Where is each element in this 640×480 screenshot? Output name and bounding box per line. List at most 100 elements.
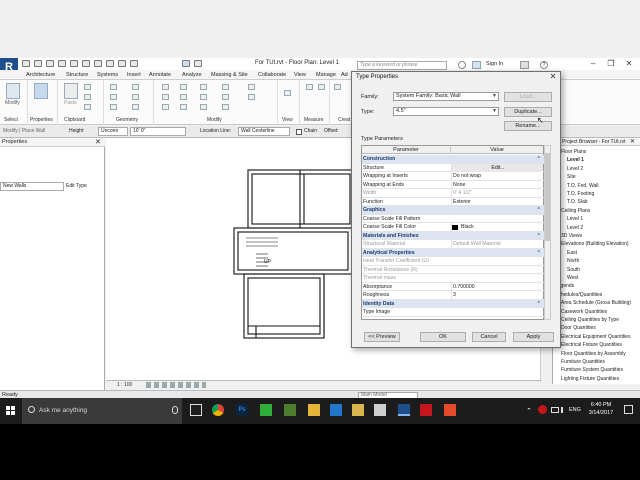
tag-icon[interactable] [94,60,102,67]
rename-button[interactable]: Rename... [504,121,552,131]
browser-item[interactable]: South [567,266,580,274]
align-icon[interactable] [162,84,169,90]
height-mode-select[interactable]: Unconn [98,127,128,136]
parameter-row[interactable]: Width 0' 4 1/2" [362,189,544,198]
taskbar-clock[interactable]: 6:40 PM 3/14/2017 [586,401,616,417]
redo-icon[interactable] [58,60,66,67]
parameter-row[interactable]: Structural Material Default Wall Material [362,240,544,249]
cope-icon[interactable] [110,84,117,90]
microphone-icon[interactable] [172,406,178,414]
save-icon[interactable] [34,60,42,67]
parameter-value[interactable]: Do not wrap [451,172,543,181]
camtasia-icon[interactable] [260,404,272,416]
tab-systems[interactable]: Systems [97,72,118,78]
search-input[interactable]: Type a keyword or phrase [357,61,447,70]
scale-icon[interactable] [222,84,229,90]
browser-item[interactable]: Site [567,173,576,181]
browser-item[interactable]: Level 2 [567,224,583,232]
tab-insert[interactable]: Insert [127,72,141,78]
browser-item[interactable]: Level 1 [567,215,583,223]
autocad-icon[interactable] [420,404,432,416]
tab-collaborate[interactable]: Collaborate [258,72,286,78]
help-icon[interactable]: ? [540,61,548,69]
browser-item[interactable]: Level 2 [567,165,583,173]
copy-icon[interactable] [84,94,91,100]
tab-analyze[interactable]: Analyze [182,72,202,78]
parameter-row[interactable]: Roughness 3 [362,291,544,300]
network-icon[interactable] [551,407,559,413]
properties-close-icon[interactable]: ✕ [95,138,101,146]
browser-item[interactable]: Floor Quantities by Assembly [561,350,626,358]
parameter-row[interactable]: Structure Edit... [362,163,544,172]
tray-expand-icon[interactable]: ⌃ [526,407,532,415]
parameter-value[interactable]: 0' 4 1/2" [451,189,543,198]
parameter-value[interactable]: Default Wall Material [451,240,543,249]
tab-manage[interactable]: Manage [316,72,336,78]
thin-lines-icon[interactable] [182,60,190,67]
parameter-row[interactable]: Absorptance 0.700000 [362,282,544,291]
parameter-value[interactable]: Black [451,223,543,232]
measure-tool-icon[interactable] [306,84,313,90]
document-icon[interactable] [374,404,386,416]
match-icon[interactable] [84,104,91,110]
browser-item[interactable]: Furniture System Quantities [561,366,623,374]
preview-button[interactable]: << Preview [364,332,400,342]
parameter-row[interactable]: Thermal mass [362,274,544,283]
browser-item[interactable]: Level 1 [567,156,584,164]
parameter-value[interactable]: None [451,180,543,189]
duplicate-button[interactable]: Duplicate... [504,107,552,117]
pin-icon[interactable] [222,94,229,100]
view-icon[interactable] [284,90,291,96]
measure-icon[interactable] [82,60,90,67]
browser-item[interactable]: Ceiling Quantities by Type [561,316,619,324]
minimize-icon[interactable]: – [586,58,600,70]
3d-view-icon[interactable] [106,60,114,67]
paint-icon[interactable] [132,104,139,110]
rotate-icon[interactable] [180,104,187,110]
tab-structure[interactable]: Structure [66,72,88,78]
browser-item[interactable]: Schedules/Quantities [555,291,602,299]
edit-type-button[interactable]: Edit Type [66,182,102,191]
parameter-category[interactable]: Graphics ⌃ [362,206,544,215]
grid-scroll-thumb[interactable] [545,153,550,241]
section-icon[interactable] [118,60,126,67]
browser-close-icon[interactable]: ✕ [630,138,635,145]
offset-icon[interactable] [162,94,169,100]
dialog-close-icon[interactable]: ✕ [548,72,558,82]
language-indicator[interactable]: ENG [569,407,581,413]
browser-item[interactable]: Door Quantities [561,324,596,332]
create-icon[interactable] [334,84,341,90]
collapse-icon[interactable]: ⌃ [537,249,541,258]
ok-button[interactable]: OK [420,332,466,342]
split-face-icon[interactable] [132,94,139,100]
task-view-icon[interactable] [190,404,202,416]
family-select[interactable]: System Family: Basic Wall ▼ [393,92,499,101]
app-icon[interactable] [284,404,296,416]
restore-icon[interactable]: ❐ [604,58,618,70]
modify-tool-icon[interactable] [6,83,20,99]
parameter-value[interactable]: 0.700000 [451,282,543,291]
parameter-row[interactable]: Wrapping at Inserts Do not wrap [362,172,544,181]
type-selector[interactable]: New Walls [0,182,64,191]
undo-icon[interactable] [46,60,54,67]
parameter-row[interactable]: Coarse Scale Fill Color Black [362,223,544,232]
browser-item[interactable]: Area Schedule (Gross Building) [561,299,631,307]
search-icon[interactable] [458,61,466,69]
text-icon[interactable] [130,60,138,67]
cancel-button[interactable]: Cancel [472,332,506,342]
browser-item[interactable]: Lighting Fixture Quantities [561,375,619,383]
chain-checkbox[interactable] [296,129,302,135]
parameter-row[interactable]: Coarse Scale Fill Pattern [362,215,544,223]
parameter-category[interactable]: Analytical Properties ⌃ [362,248,544,258]
parameter-row[interactable]: Type Image [362,308,544,317]
chrome-icon[interactable] [212,404,224,416]
delete-icon[interactable] [222,104,229,110]
move-icon[interactable] [180,84,187,90]
cut-icon[interactable] [84,84,91,90]
browser-item[interactable]: North [567,257,579,265]
parameter-row[interactable]: Heat Transfer Coefficient (U) [362,257,544,266]
paste-icon[interactable] [64,83,78,99]
tray-app-icon[interactable] [538,405,547,414]
switch-windows-icon[interactable] [194,60,202,67]
apply-button[interactable]: Apply [513,332,554,342]
